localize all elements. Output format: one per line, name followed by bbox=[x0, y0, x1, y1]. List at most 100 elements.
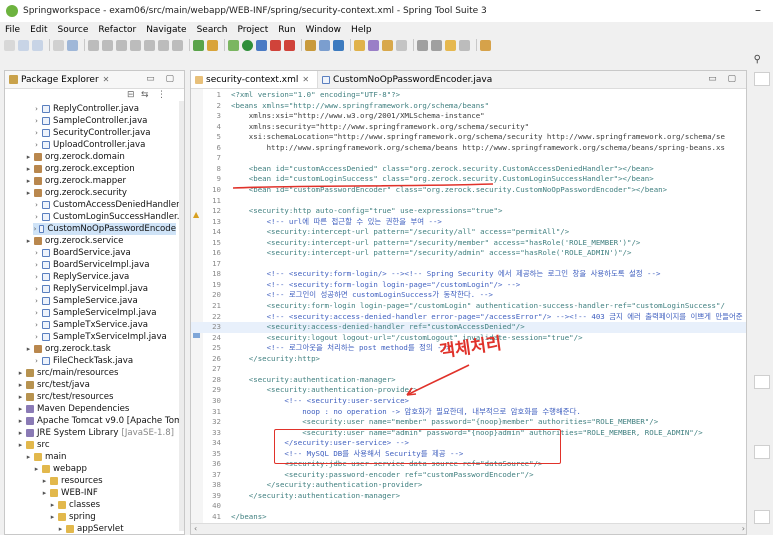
expand-arrow-icon[interactable]: ▸ bbox=[33, 465, 40, 473]
annotation-icon[interactable] bbox=[396, 39, 407, 51]
expand-arrow-icon[interactable]: ▸ bbox=[25, 165, 32, 173]
expand-arrow-icon[interactable]: › bbox=[33, 213, 40, 221]
tree-item[interactable]: ▸ JRE System Library [JavaSE-1.8] bbox=[17, 427, 174, 439]
expand-arrow-icon[interactable]: ▸ bbox=[49, 513, 56, 521]
scroll-left-icon[interactable]: ‹ bbox=[194, 524, 197, 533]
expand-arrow-icon[interactable]: ▸ bbox=[49, 501, 56, 509]
expand-arrow-icon[interactable]: ▸ bbox=[25, 453, 32, 461]
collapse-all-icon[interactable]: ⊟ bbox=[127, 90, 135, 100]
package-explorer-tab[interactable]: Package Explorer ✕ ▭ ▢ bbox=[5, 71, 184, 89]
tree-item[interactable]: ▸ Apache Tomcat v9.0 [Apache Tomca bbox=[17, 415, 184, 427]
code-line[interactable]: 11 bbox=[191, 196, 231, 207]
tree-item[interactable]: ▸ org.zerock.task bbox=[25, 343, 111, 355]
minimized-view-icon[interactable] bbox=[754, 445, 770, 459]
expand-arrow-icon[interactable]: › bbox=[33, 261, 40, 269]
expand-arrow-icon[interactable]: ▸ bbox=[25, 189, 32, 197]
close-icon[interactable]: ✕ bbox=[103, 75, 110, 84]
scrollbar[interactable] bbox=[179, 101, 184, 531]
expand-arrow-icon[interactable]: › bbox=[33, 333, 40, 341]
tree-item[interactable]: › BoardServiceImpl.java bbox=[33, 259, 149, 271]
tree-item[interactable]: › ReplyServiceImpl.java bbox=[33, 283, 148, 295]
view-controls[interactable]: ▭ ▢ bbox=[146, 74, 178, 84]
tree-item[interactable]: ▸ appServlet bbox=[57, 523, 124, 534]
suspend-icon[interactable] bbox=[102, 39, 113, 51]
back-icon[interactable] bbox=[445, 39, 456, 51]
menu-window[interactable]: Window bbox=[306, 25, 342, 35]
next-annotation-icon[interactable] bbox=[417, 39, 428, 51]
tree-item[interactable]: › SampleController.java bbox=[33, 115, 147, 127]
menu-run[interactable]: Run bbox=[278, 25, 295, 35]
code-line[interactable]: 19 <!-- <security:form-login login-page=… bbox=[191, 280, 520, 291]
code-line[interactable]: 7 bbox=[191, 153, 231, 164]
tree-item[interactable]: ▸ org.zerock.security bbox=[25, 187, 127, 199]
code-line[interactable]: 15 <security:intercept-url pattern="/sec… bbox=[191, 238, 640, 249]
code-line[interactable]: 8 <bean id="customAccessDenied" class="o… bbox=[191, 164, 654, 175]
save-all-icon[interactable] bbox=[32, 39, 43, 51]
menu-file[interactable]: File bbox=[5, 25, 20, 35]
tree-item[interactable]: › SampleServiceImpl.java bbox=[33, 307, 156, 319]
expand-arrow-icon[interactable]: ▸ bbox=[41, 489, 48, 497]
tree-item[interactable]: ▸ resources bbox=[41, 475, 103, 487]
skip-breakpoints-icon[interactable] bbox=[207, 39, 218, 51]
code-line[interactable]: 4 xmlns:security="http://www.springframe… bbox=[191, 122, 530, 133]
code-line[interactable]: 12 <security:http auto-config="true" use… bbox=[191, 206, 502, 217]
expand-arrow-icon[interactable]: ▸ bbox=[17, 429, 24, 437]
menu-edit[interactable]: Edit bbox=[30, 25, 47, 35]
expand-arrow-icon[interactable]: › bbox=[33, 117, 40, 125]
code-line[interactable]: 32 <security:user name="member" password… bbox=[191, 417, 658, 428]
outline-view-icon[interactable] bbox=[754, 72, 770, 86]
view-menu-icon[interactable]: ⋮ bbox=[157, 90, 166, 100]
tree-item[interactable]: ▸ WEB-INF bbox=[41, 487, 98, 499]
expand-arrow-icon[interactable]: › bbox=[33, 141, 40, 149]
code-line[interactable]: 22 <!-- <security:access-denied-handler … bbox=[191, 312, 743, 323]
close-icon[interactable]: ✕ bbox=[302, 75, 309, 84]
expand-arrow-icon[interactable]: ▸ bbox=[25, 237, 32, 245]
tree-item[interactable]: ▸ classes bbox=[49, 499, 100, 511]
tree-item[interactable]: ▸ src/test/resources bbox=[17, 391, 114, 403]
tree-item[interactable]: ▸ org.zerock.service bbox=[25, 235, 124, 247]
settings-icon[interactable] bbox=[228, 39, 239, 51]
expand-arrow-icon[interactable]: ▸ bbox=[41, 477, 48, 485]
expand-arrow-icon[interactable]: › bbox=[33, 285, 40, 293]
open-type-icon[interactable] bbox=[354, 39, 365, 51]
code-line[interactable]: 27 bbox=[191, 364, 231, 375]
expand-arrow-icon[interactable]: › bbox=[33, 129, 40, 137]
code-line[interactable]: 39 </security:authentication-manager> bbox=[191, 491, 400, 502]
expand-arrow-icon[interactable]: ▸ bbox=[17, 369, 24, 377]
expand-arrow-icon[interactable]: ▸ bbox=[57, 525, 64, 533]
code-line[interactable]: 18 <!-- <security:form-login/> --><!-- S… bbox=[191, 269, 660, 280]
code-line[interactable]: 2 <beans xmlns="http://www.springframewor… bbox=[191, 101, 490, 112]
search-toolbar-icon[interactable] bbox=[382, 39, 393, 51]
code-line[interactable]: 29 <security:authentication-provider> bbox=[191, 385, 418, 396]
menu-project[interactable]: Project bbox=[237, 25, 268, 35]
code-line[interactable]: 20 <!-- 로그인이 성공하면 customLoginSuccess가 동작… bbox=[191, 290, 493, 301]
horizontal-scrollbar[interactable]: ‹ › bbox=[191, 523, 746, 534]
expand-arrow-icon[interactable]: › bbox=[33, 309, 40, 317]
terminate-icon[interactable] bbox=[116, 39, 127, 51]
expand-arrow-icon[interactable]: › bbox=[33, 273, 40, 281]
expand-arrow-icon[interactable]: ▸ bbox=[17, 417, 24, 425]
minimized-view-icon[interactable] bbox=[754, 510, 770, 524]
code-line[interactable]: 25 <!-- 로그아웃을 처리하는 post method를 정의 --> bbox=[191, 343, 450, 354]
tree-item[interactable]: ▸ org.zerock.exception bbox=[25, 163, 135, 175]
tree-item[interactable]: ▸ src bbox=[17, 439, 50, 451]
tree-item[interactable]: ▸ src/main/resources bbox=[17, 367, 119, 379]
tree-item[interactable]: ▸ org.zerock.domain bbox=[25, 151, 125, 163]
code-line[interactable]: 37 <security:password-encoder ref="custo… bbox=[191, 470, 533, 481]
tab-custom-noop-encoder[interactable]: CustomNoOpPasswordEncoder.java bbox=[318, 71, 492, 88]
open-task-icon[interactable] bbox=[368, 39, 379, 51]
editor-view-controls[interactable]: ▭ ▢ bbox=[708, 74, 740, 84]
expand-arrow-icon[interactable]: › bbox=[33, 249, 40, 257]
tree-item[interactable]: ▸ org.zerock.mapper bbox=[25, 175, 126, 187]
expand-arrow-icon[interactable]: ▸ bbox=[25, 153, 32, 161]
tree-item[interactable]: › CustomAccessDeniedHandler.j bbox=[33, 199, 184, 211]
tree-item[interactable]: › CustomNoOpPasswordEncode bbox=[33, 223, 176, 235]
code-line[interactable]: 14 <security:intercept-url pattern="/sec… bbox=[191, 227, 569, 238]
new-class-icon[interactable] bbox=[333, 39, 344, 51]
code-line[interactable]: 16 <security:intercept-url pattern="/sec… bbox=[191, 248, 631, 259]
code-line[interactable]: 17 bbox=[191, 259, 231, 270]
code-line[interactable]: 23 <security:access-denied-handler ref="… bbox=[191, 322, 746, 333]
tree-item[interactable]: › SampleTxServiceImpl.java bbox=[33, 331, 167, 343]
tree-item[interactable]: › UploadController.java bbox=[33, 139, 145, 151]
expand-arrow-icon[interactable]: › bbox=[33, 321, 40, 329]
